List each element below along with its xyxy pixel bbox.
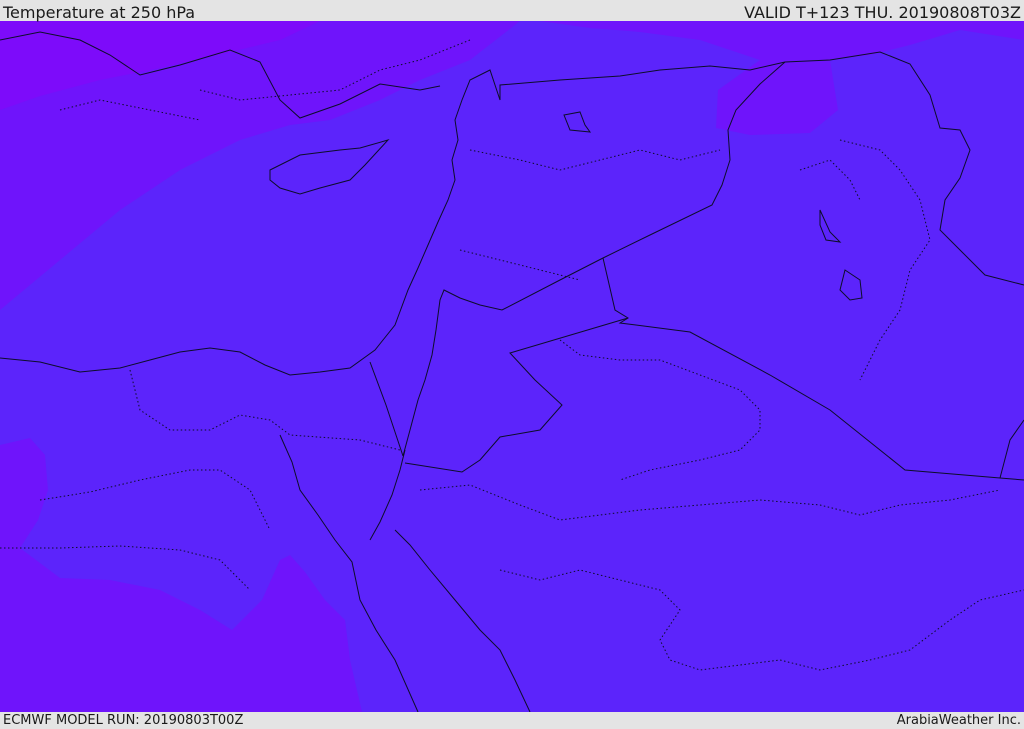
model-run-label: ECMWF MODEL RUN: 20190803T00Z xyxy=(3,713,244,728)
valid-time-label: VALID T+123 THU. 20190808T03Z xyxy=(744,3,1021,22)
footer-bar: ECMWF MODEL RUN: 20190803T00Z ArabiaWeat… xyxy=(0,712,1024,729)
header-bar: Temperature at 250 hPa VALID T+123 THU. … xyxy=(0,0,1024,22)
map-canvas xyxy=(0,21,1024,712)
map-title: Temperature at 250 hPa xyxy=(3,3,196,22)
credit-label: ArabiaWeather Inc. xyxy=(896,713,1021,728)
weather-map[interactable] xyxy=(0,21,1024,712)
